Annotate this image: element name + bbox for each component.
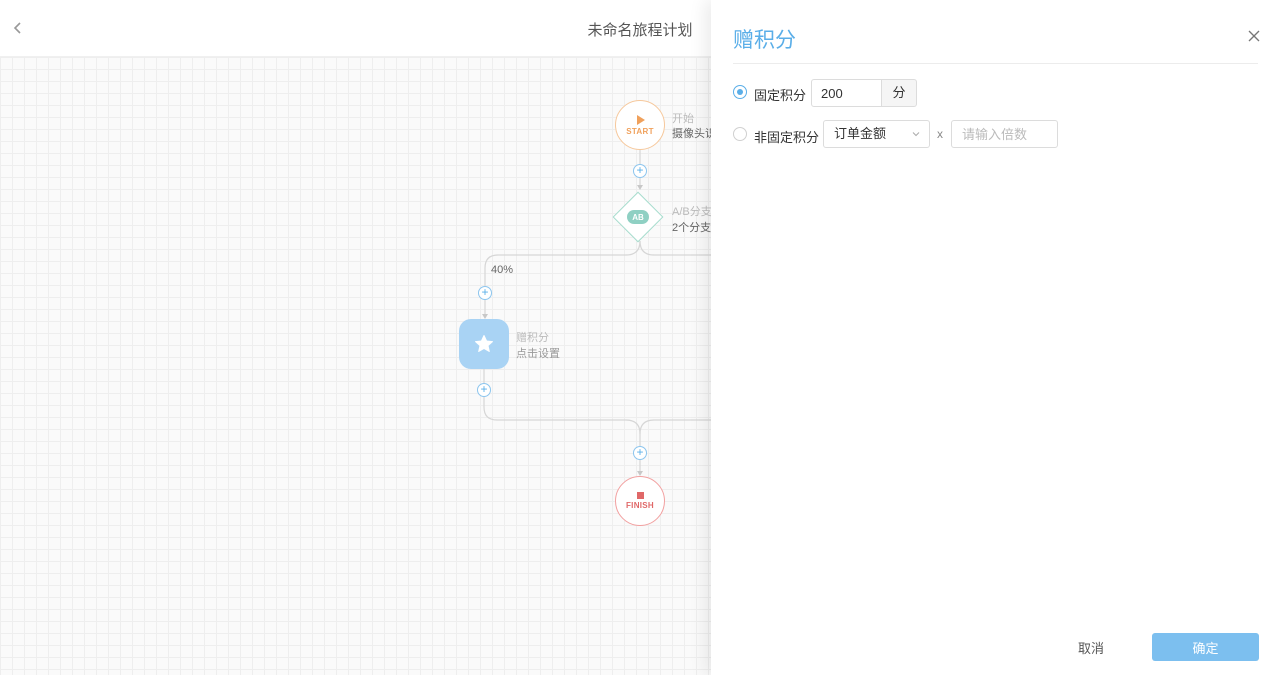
- fixed-points-label: 固定积分: [754, 88, 807, 103]
- multiplier-input[interactable]: [951, 120, 1058, 148]
- drawer-title: 赠积分: [733, 29, 796, 52]
- finish-node-badge: FINISH: [625, 501, 655, 510]
- branch-percent-label: 40%: [491, 264, 514, 276]
- start-node-badge: START: [626, 126, 654, 136]
- play-icon: [637, 114, 645, 125]
- variable-points-label: 非固定积分: [754, 130, 820, 145]
- drawer-divider: [733, 63, 1258, 64]
- start-node[interactable]: START: [615, 100, 665, 150]
- star-icon: [475, 335, 493, 352]
- amount-source-value: 订单金额: [834, 126, 887, 141]
- add-node-button[interactable]: +: [633, 164, 647, 178]
- add-node-button[interactable]: +: [478, 286, 492, 300]
- points-node-sub: 点击设置: [516, 348, 560, 360]
- add-node-button[interactable]: +: [633, 446, 647, 460]
- multiply-symbol: x: [937, 127, 943, 141]
- flow-connectors: [482, 150, 711, 476]
- fixed-points-input[interactable]: [811, 79, 882, 107]
- close-button[interactable]: [1246, 28, 1262, 44]
- fixed-points-radio[interactable]: [733, 85, 747, 99]
- variable-points-radio[interactable]: [733, 127, 747, 141]
- amount-source-select[interactable]: 订单金额: [823, 120, 930, 148]
- confirm-button[interactable]: 确定: [1152, 633, 1259, 661]
- add-node-button[interactable]: +: [477, 383, 491, 397]
- points-node-label: 赠积分: [516, 332, 549, 344]
- start-node-label: 开始: [672, 113, 694, 125]
- cancel-button[interactable]: 取消: [1051, 633, 1131, 661]
- chevron-down-icon: [912, 132, 920, 137]
- stop-icon: [636, 492, 644, 499]
- points-settings-drawer: 赠积分 固定积分 分 非固定积分 订单金额 x 取消 确定: [711, 0, 1280, 675]
- finish-node[interactable]: FINISH: [615, 476, 665, 526]
- points-unit-addon: 分: [881, 79, 917, 107]
- start-node-sub: 摄像头识: [672, 128, 716, 140]
- ab-node-sub: 2个分支: [672, 222, 712, 234]
- ab-split-icon: AB: [627, 210, 649, 224]
- close-icon: [1248, 30, 1260, 42]
- points-node[interactable]: [459, 319, 509, 369]
- ab-node-label: A/B分支: [672, 206, 712, 218]
